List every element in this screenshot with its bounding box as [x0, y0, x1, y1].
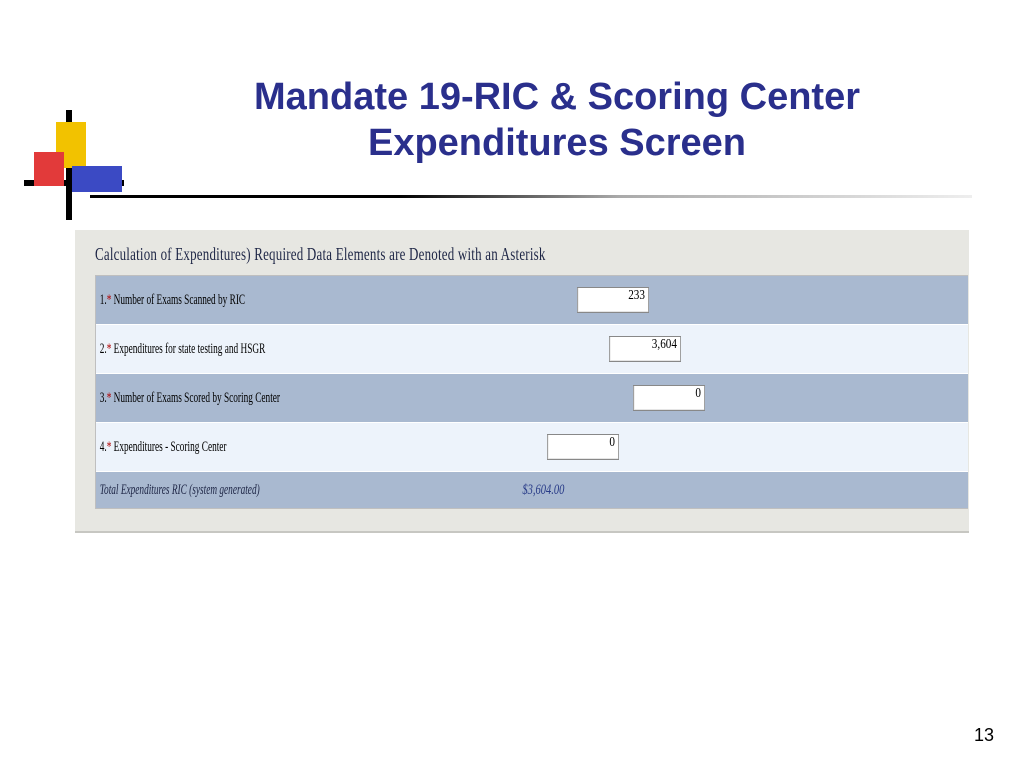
total-value: $3,604.00 — [360, 482, 786, 499]
row-total: Total Expenditures RIC (system generated… — [96, 472, 968, 508]
input-expenditures-hsgr[interactable]: 3,604 — [609, 336, 681, 362]
row-expenditures-scoring: 4.* Expenditures - Scoring Center 0 — [96, 423, 968, 472]
row-label: 2.* Expenditures for state testing and H… — [96, 341, 265, 358]
page-number: 13 — [974, 725, 994, 746]
input-exams-scanned[interactable]: 233 — [577, 287, 649, 313]
title-divider — [90, 195, 972, 198]
row-expenditures-hsgr: 2.* Expenditures for state testing and H… — [96, 325, 968, 374]
form-box: 1.* Number of Exams Scanned by RIC 233 2… — [95, 275, 968, 509]
section-heading: Calculation of Expenditures) Required Da… — [95, 244, 724, 265]
input-expenditures-scoring[interactable]: 0 — [547, 434, 619, 460]
total-label: Total Expenditures RIC (system generated… — [96, 482, 260, 499]
row-exams-scanned: 1.* Number of Exams Scanned by RIC 233 — [96, 276, 968, 325]
slide-logo — [24, 110, 124, 220]
slide-title: Mandate 19-RIC & Scoring Center Expendit… — [150, 75, 964, 166]
input-exams-scored[interactable]: 0 — [633, 385, 705, 411]
row-exams-scored: 3.* Number of Exams Scored by Scoring Ce… — [96, 374, 968, 423]
row-label: 1.* Number of Exams Scanned by RIC — [96, 292, 245, 309]
form-panel: Calculation of Expenditures) Required Da… — [75, 230, 969, 533]
row-label: 4.* Expenditures - Scoring Center — [96, 439, 227, 456]
row-label: 3.* Number of Exams Scored by Scoring Ce… — [96, 390, 280, 407]
